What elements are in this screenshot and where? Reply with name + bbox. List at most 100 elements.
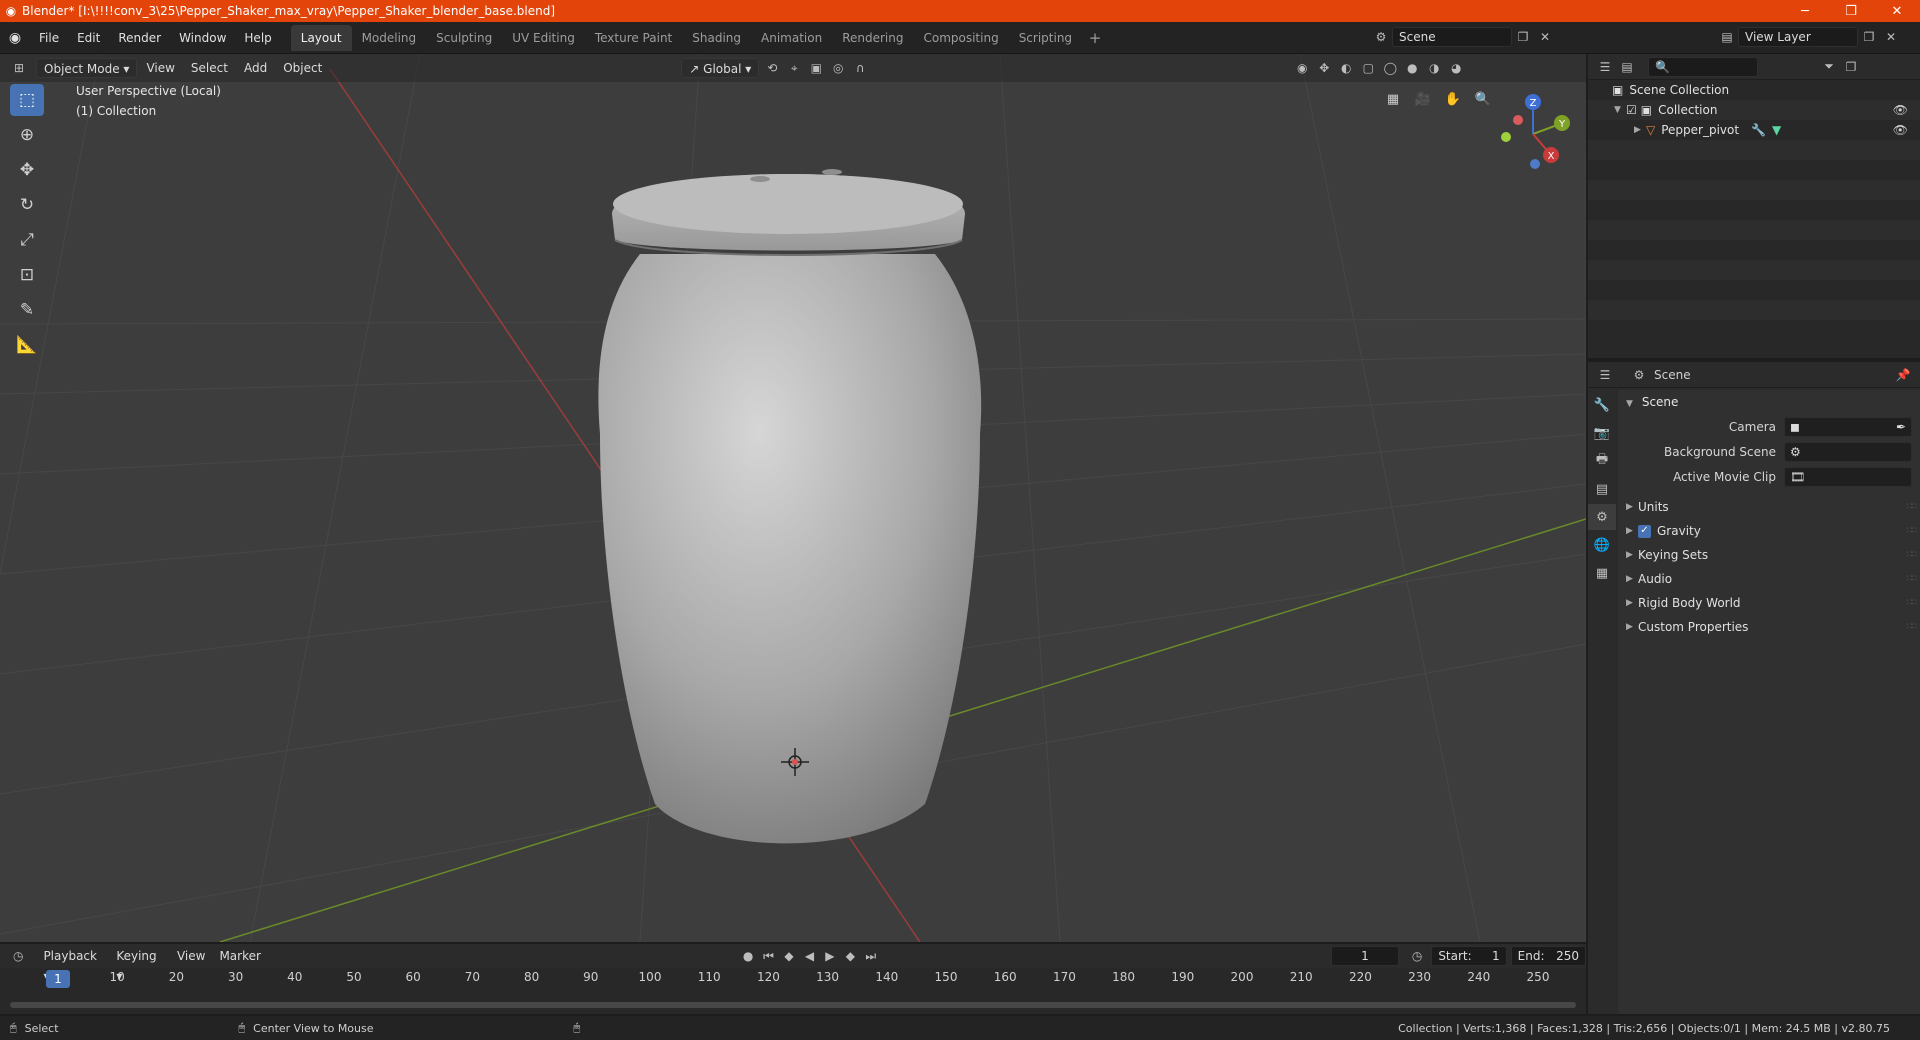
3d-viewport[interactable]: ⊞ Object Mode ▾ View Select Add Object ↗… <box>0 54 1586 942</box>
output-tab-icon[interactable]: 🖶 <box>1588 448 1616 474</box>
new-view-layer-icon[interactable]: ❐ <box>1858 27 1880 47</box>
outliner-editor-icon[interactable]: ☰ <box>1594 57 1616 77</box>
drag-grip-icon[interactable]: ∷∷ <box>1907 519 1918 543</box>
eye-icon[interactable]: 👁 <box>1893 100 1908 120</box>
falloff-icon[interactable]: ∩ <box>849 58 871 78</box>
timeline-menu-keying[interactable]: Keying ▾ <box>109 946 170 983</box>
drag-grip-icon[interactable]: ∷∷ <box>1907 543 1918 567</box>
active-movie-clip-field[interactable]: 🎞 <box>1784 466 1912 487</box>
tab-layout[interactable]: Layout <box>290 24 352 51</box>
menu-file[interactable]: File <box>30 26 68 50</box>
current-frame-field[interactable]: 1 <box>1330 946 1399 966</box>
play-icon[interactable]: ▶ <box>820 946 840 966</box>
outliner-item-pepper-pivot[interactable]: ▶ ▽ Pepper_pivot 🔧 ▼ 👁 <box>1588 120 1920 140</box>
rotate-tool[interactable]: ↻ <box>10 189 44 221</box>
pepper-shaker-body[interactable] <box>598 254 982 844</box>
render-tab-icon[interactable]: 📷 <box>1588 420 1616 446</box>
texture-tab-icon[interactable]: ▦ <box>1588 560 1616 586</box>
subpanel-gravity[interactable]: ▶ ✓ Gravity ∷∷ <box>1618 519 1920 543</box>
menu-edit[interactable]: Edit <box>68 26 109 50</box>
snap-icon[interactable]: ⌖ <box>783 58 805 78</box>
view-layer-tab-icon[interactable]: ▤ <box>1588 476 1616 502</box>
xray-toggle-icon[interactable]: ▢ <box>1357 58 1379 78</box>
drag-grip-icon[interactable]: ∷∷ <box>1907 591 1918 615</box>
camera-icon[interactable]: 🎥 <box>1410 86 1436 112</box>
tab-modeling[interactable]: Modeling <box>352 25 427 51</box>
scene-panel-header[interactable]: ▼ Scene <box>1618 390 1920 414</box>
measure-tool[interactable]: 📐 <box>10 329 44 361</box>
expand-arrow-icon[interactable]: ▼ <box>1614 100 1626 120</box>
scale-tool[interactable]: ⤢ <box>10 224 44 256</box>
subpanel-custom-properties[interactable]: ▶ Custom Properties ∷∷ <box>1618 615 1920 639</box>
minimize-button[interactable]: ─ <box>1782 0 1828 22</box>
timeline-editor-icon[interactable]: ◷ <box>8 946 28 966</box>
end-frame-field[interactable]: End: 250 <box>1510 946 1586 966</box>
gizmo-toggle-icon[interactable]: ✥ <box>1313 58 1335 78</box>
annotate-tool[interactable]: ✎ <box>10 294 44 326</box>
jump-end-icon[interactable]: ⏭ <box>861 946 881 966</box>
scene-tab-icon[interactable]: ⚙ <box>1588 504 1616 530</box>
tab-uv-editing[interactable]: UV Editing <box>502 25 585 51</box>
eyedropper-icon[interactable]: ✒ <box>1896 420 1906 434</box>
display-mode-icon[interactable]: ▤ <box>1616 57 1638 77</box>
delete-scene-icon[interactable]: ✕ <box>1534 27 1556 47</box>
menu-window[interactable]: Window <box>170 26 235 50</box>
subpanel-keying-sets[interactable]: ▶ Keying Sets ∷∷ <box>1618 543 1920 567</box>
orientation-dropdown[interactable]: ↗ Global ▾ <box>681 58 760 78</box>
delete-view-layer-icon[interactable]: ✕ <box>1880 27 1902 47</box>
pin-icon[interactable]: 📌 <box>1892 365 1914 385</box>
neg-x-axis-gizmo[interactable] <box>1513 115 1523 125</box>
record-icon[interactable]: ● <box>738 946 758 966</box>
subpanel-units[interactable]: ▶ Units ∷∷ <box>1618 495 1920 519</box>
preview-range-icon[interactable]: ◷ <box>1407 946 1427 966</box>
pivot-icon[interactable]: ⟲ <box>761 58 783 78</box>
new-scene-icon[interactable]: ❐ <box>1512 27 1534 47</box>
tool-tab-icon[interactable]: 🔧 <box>1588 392 1616 418</box>
tab-texture-paint[interactable]: Texture Paint <box>585 25 682 51</box>
material-shading-icon[interactable]: ◑ <box>1423 58 1445 78</box>
toggle-camera-view-icon[interactable]: ▦ <box>1380 86 1406 112</box>
proportional-edit-icon[interactable]: ◎ <box>827 58 849 78</box>
timeline-menu-playback[interactable]: Playback ▾ <box>36 946 109 983</box>
cursor-tool[interactable]: ⊕ <box>10 119 44 151</box>
editor-type-icon[interactable]: ⊞ <box>8 58 30 78</box>
checkbox-icon[interactable]: ☑ <box>1626 100 1637 120</box>
scene-icon[interactable]: ⚙ <box>1370 27 1392 47</box>
viewport-menu-select[interactable]: Select <box>184 58 235 78</box>
scene-name-field[interactable]: Scene <box>1392 27 1512 47</box>
blender-menu-icon[interactable]: ◉ <box>0 30 30 46</box>
start-frame-field[interactable]: Start: 1 <box>1431 946 1507 966</box>
add-workspace-button[interactable]: + <box>1082 25 1108 51</box>
wireframe-shading-icon[interactable]: ◯ <box>1379 58 1401 78</box>
neg-y-axis-gizmo[interactable] <box>1501 132 1511 142</box>
play-reverse-icon[interactable]: ◀ <box>799 946 819 966</box>
move-tool[interactable]: ✥ <box>10 154 44 186</box>
close-button[interactable]: ✕ <box>1874 0 1920 22</box>
tab-shading[interactable]: Shading <box>682 25 751 51</box>
camera-field[interactable]: ◼ ✒ <box>1784 416 1912 437</box>
outliner-search-input[interactable]: 🔍 <box>1648 56 1758 77</box>
snap-target-icon[interactable]: ▣ <box>805 58 827 78</box>
visibility-icon[interactable]: ◉ <box>1291 58 1313 78</box>
menu-help[interactable]: Help <box>235 26 280 50</box>
rendered-shading-icon[interactable]: ◕ <box>1445 58 1467 78</box>
transform-tool[interactable]: ⊡ <box>10 259 44 291</box>
mesh-data-icon[interactable]: ▼ <box>1772 120 1781 140</box>
drag-grip-icon[interactable]: ∷∷ <box>1907 567 1918 591</box>
viewport-menu-object[interactable]: Object <box>276 58 329 78</box>
gravity-checkbox[interactable]: ✓ <box>1638 524 1651 538</box>
view-layer-field[interactable]: View Layer <box>1738 27 1858 47</box>
timeline-scrollbar[interactable] <box>10 1002 1576 1008</box>
overlay-toggle-icon[interactable]: ◐ <box>1335 58 1357 78</box>
frame-ruler[interactable]: 10 20 30 40 50 60 70 80 90 100 110 120 130 140 150 160 1… <box>0 970 1586 988</box>
menu-render[interactable]: Render <box>109 26 170 50</box>
pan-hand-icon[interactable]: ✋ <box>1440 86 1466 112</box>
neg-z-axis-gizmo[interactable] <box>1530 159 1540 169</box>
drag-grip-icon[interactable]: ∷∷ <box>1907 615 1918 639</box>
drag-grip-icon[interactable]: ∷∷ <box>1907 495 1918 519</box>
tab-sculpting[interactable]: Sculpting <box>426 25 502 51</box>
filter-icon[interactable]: ⏷ <box>1818 57 1840 77</box>
viewport-menu-view[interactable]: View <box>139 58 181 78</box>
outliner-item-scene-collection[interactable]: ▣ Scene Collection <box>1588 80 1920 100</box>
properties-editor-icon[interactable]: ☰ <box>1594 365 1616 385</box>
